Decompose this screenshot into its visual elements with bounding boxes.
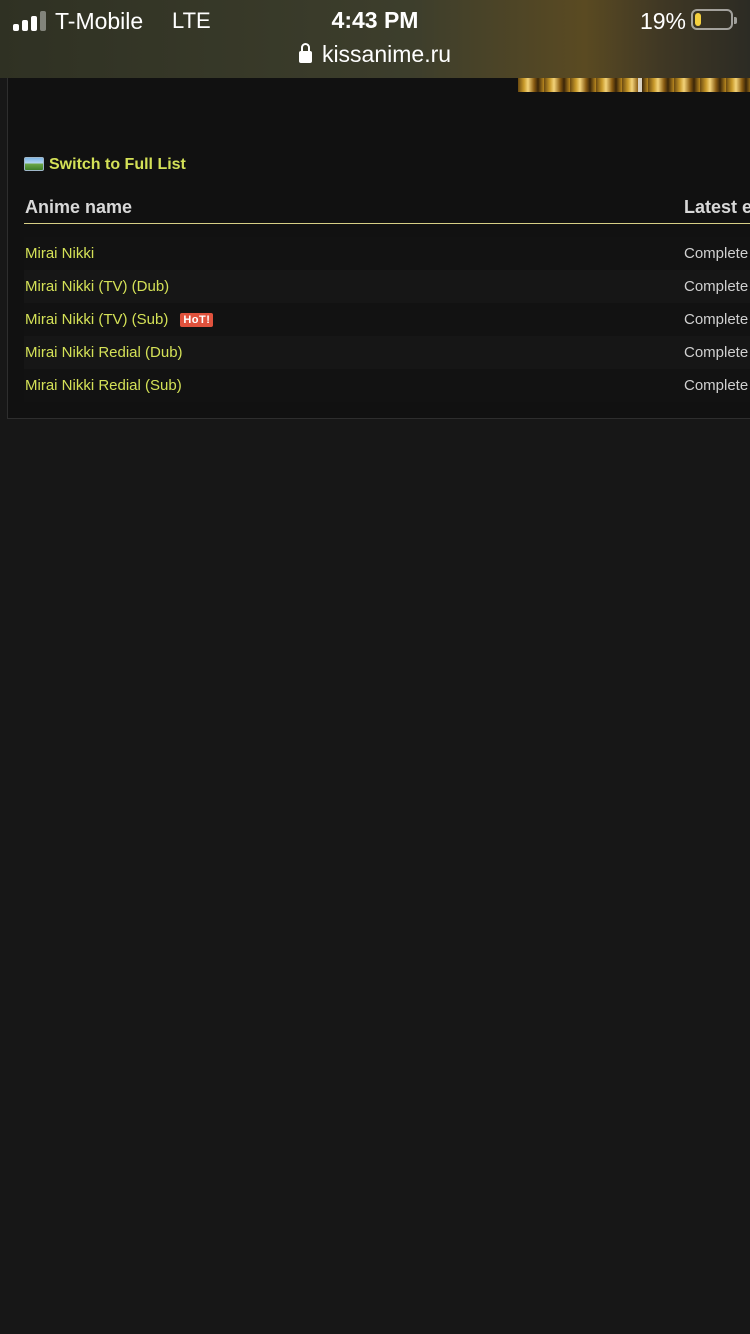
anime-title-link[interactable]: Mirai Nikki bbox=[25, 237, 94, 270]
column-header-anime-name: Anime name bbox=[25, 197, 133, 217]
battery-icon bbox=[691, 9, 737, 30]
latest-episode-status: Complete bbox=[684, 311, 749, 328]
latest-episode-status: Complete bbox=[684, 377, 749, 394]
column-header-latest-episode: Latest e bbox=[684, 197, 750, 217]
picture-icon bbox=[24, 157, 44, 171]
anime-title-link[interactable]: Mirai Nikki Redial (Sub) bbox=[25, 369, 182, 402]
anime-title-link[interactable]: Mirai Nikki (TV) (Dub) bbox=[25, 270, 169, 303]
anime-title-link[interactable]: Mirai Nikki Redial (Dub) bbox=[25, 336, 183, 369]
table-header: Anime name Latest e bbox=[24, 193, 750, 224]
lock-icon bbox=[298, 43, 312, 63]
table-row: Mirai Nikki Complete bbox=[24, 237, 750, 270]
latest-episode-status: Complete bbox=[684, 278, 749, 295]
latest-episode-status: Complete bbox=[684, 245, 749, 262]
latest-episode-status: Complete bbox=[684, 344, 749, 361]
anime-title-text: Mirai Nikki (TV) (Sub) bbox=[25, 311, 169, 328]
url-text: kissanime.ru bbox=[321, 41, 452, 67]
table-row: Mirai Nikki Redial (Sub) Complete bbox=[24, 369, 750, 402]
banner-image bbox=[518, 78, 750, 92]
table-row: Mirai Nikki Redial (Dub) Complete bbox=[24, 336, 750, 369]
switch-link-label: Switch to Full List bbox=[49, 156, 186, 173]
anime-list: Mirai Nikki Complete Mirai Nikki (TV) (D… bbox=[24, 237, 750, 402]
address-bar[interactable]: kissanime.ru bbox=[0, 39, 750, 69]
hot-badge: HoT! bbox=[180, 313, 214, 327]
clock: 4:43 PM bbox=[331, 7, 419, 33]
table-row: Mirai Nikki (TV) (Sub) HoT! Complete bbox=[24, 303, 750, 336]
status-bar: T-Mobile LTE 4:43 PM 19% kissanime.ru bbox=[0, 0, 750, 78]
anime-title-link[interactable]: Mirai Nikki (TV) (Sub) HoT! bbox=[25, 303, 214, 336]
switch-to-full-list-link[interactable]: Switch to Full List bbox=[24, 154, 186, 176]
battery-percent: 19% bbox=[639, 8, 686, 34]
battery-level-fill bbox=[695, 13, 701, 26]
table-row: Mirai Nikki (TV) (Dub) Complete bbox=[24, 270, 750, 303]
banner-divider bbox=[638, 78, 642, 92]
